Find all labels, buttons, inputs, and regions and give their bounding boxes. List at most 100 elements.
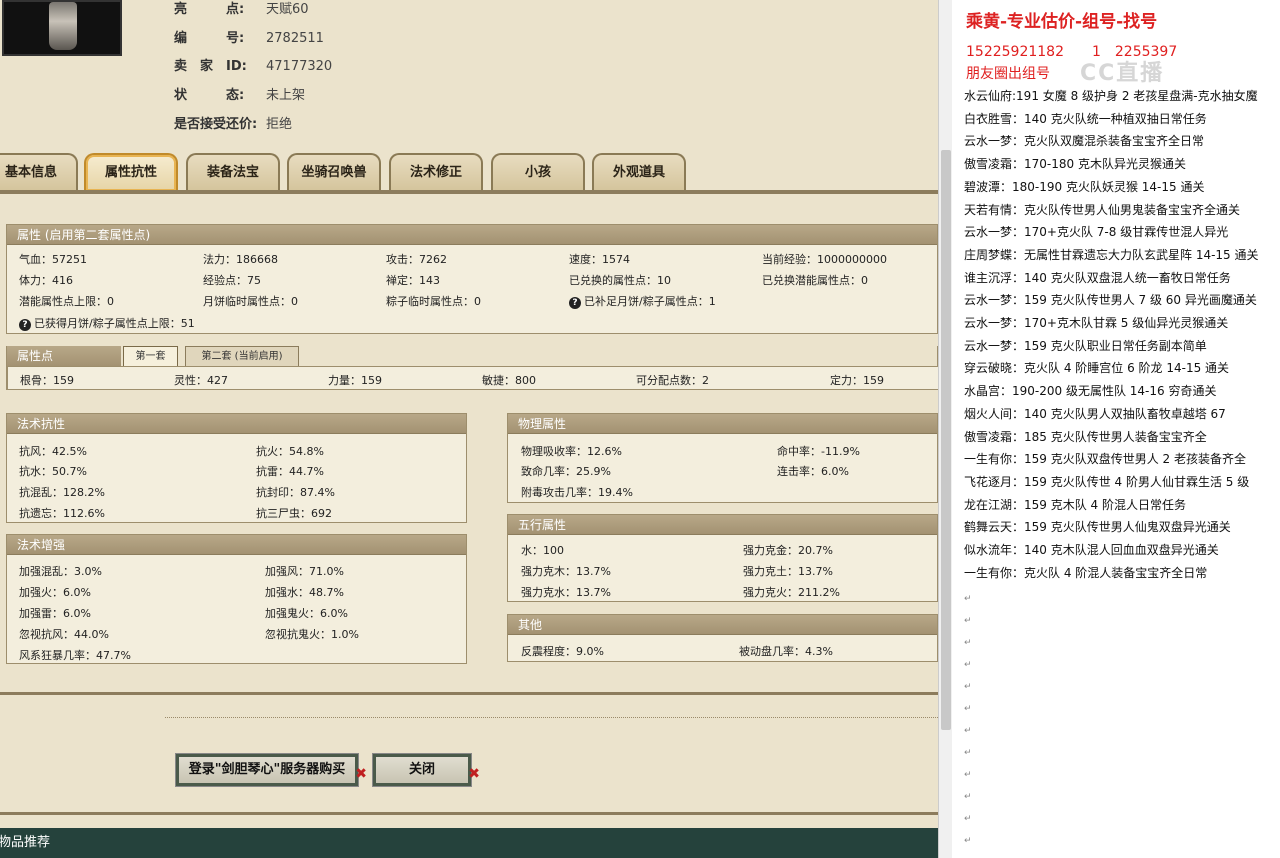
tab-bar-divider <box>0 190 938 194</box>
info-label: 状 态: <box>174 88 245 103</box>
info-value: 拒绝 <box>266 117 293 132</box>
doc-line: 似水流年：140 克木队混人回血血双盘异光通关 <box>964 543 1219 557</box>
five-elements-panel: 五行属性 水：100 强力克木：13.7% 强力克水：13.7% 强力克金：20… <box>507 514 938 602</box>
doc-line: 云水一梦：克火队双魔混杀装备宝宝齐全日常 <box>964 134 1205 149</box>
attr-cell: 经验点：75 <box>203 274 261 287</box>
attr-cell: 已兑换潜能属性点：0 <box>762 274 868 287</box>
info-value: 天赋60 <box>266 2 309 17</box>
help-icon[interactable]: ? <box>19 319 31 331</box>
tab-spell-mods[interactable]: 法术修正 <box>389 153 483 191</box>
attr-cell: 攻击：7262 <box>386 253 447 266</box>
attr-cell: 潜能属性点上限：0 <box>19 295 114 308</box>
attr-note: ? 已获得月饼/粽子属性点上限：51 <box>19 315 195 331</box>
paragraph-mark: ↵ <box>964 594 972 604</box>
doc-line: 云水一梦：159 克火队传世男人 7 级 60 异光画魔通关 <box>964 293 1257 308</box>
attr-cell: 当前经验：1000000000 <box>762 253 887 266</box>
doc-line: 庄周梦蝶：无属性甘霖遗忘大力队玄武星阵 14-15 通关 <box>964 247 1259 262</box>
subtab-set-one[interactable]: 第一套 <box>123 346 178 366</box>
tab-basic-info[interactable]: 基本信息 <box>0 153 78 191</box>
doc-heading: 乘黄-专业估价-组号-找号 <box>966 12 1158 32</box>
element-cell: 强力克水：13.7% <box>521 586 611 599</box>
boost-cell: 加强水：48.7% <box>265 586 344 599</box>
footer-divider <box>0 812 938 815</box>
subtab-set-two[interactable]: 第二套 (当前启用) <box>185 346 299 366</box>
button-label: 关闭 <box>408 762 435 777</box>
close-mark-icon: ✖ <box>468 766 480 782</box>
boost-cell: 忽视抗风：44.0% <box>19 628 109 641</box>
panel-title: 法术增强 <box>7 535 466 555</box>
info-value: 2782511 <box>266 31 324 46</box>
info-row-id: 编 号: 2782511 <box>174 29 324 49</box>
doc-line: 碧波潭：180-190 克火队妖灵猴 14-15 通关 <box>964 179 1205 194</box>
panel-title: 其他 <box>508 615 937 635</box>
doc-line: 飞花逐月：159 克火队传世 4 阶男人仙甘霖生活 5 级 <box>964 474 1250 489</box>
doc-line: 谁主沉浮：140 克火队双盘混人统一畜牧日常任务 <box>964 270 1231 285</box>
resist-cell: 抗混乱：128.2% <box>19 486 105 499</box>
resist-cell: 抗遗忘：112.6% <box>19 507 105 520</box>
info-value: 47177320 <box>266 59 333 74</box>
vertical-scrollbar[interactable] <box>938 0 952 858</box>
info-row-seller: 卖 家 ID: 47177320 <box>174 57 332 77</box>
doc-line: 一生有你：克火队 4 阶混人装备宝宝齐全日常 <box>964 565 1208 580</box>
paragraph-mark: ↵ <box>964 704 972 714</box>
boost-cell: 加强混乱：3.0% <box>19 565 102 578</box>
recommendation-label: 物品推荐 <box>0 835 51 850</box>
scrollbar-thumb[interactable] <box>941 150 951 730</box>
attr-cell: 法力：186668 <box>203 253 278 266</box>
attributes-panel: 属性 (启用第二套属性点) 气血：57251 法力：186668 攻击：7262… <box>6 224 938 334</box>
paragraph-mark: ↵ <box>964 616 972 626</box>
element-cell: 强力克金：20.7% <box>743 544 833 557</box>
paragraph-mark: ↵ <box>964 682 972 692</box>
close-mark-icon: ✖ <box>355 766 367 782</box>
point-cell: 灵性：427 <box>174 374 228 387</box>
resist-cell: 抗火：54.8% <box>256 445 324 458</box>
attr-cell-help: ? 已补足月饼/粽子属性点：1 <box>569 293 716 309</box>
doc-line: 水晶宫：190-200 级无属性队 14-16 穷奇通关 <box>964 384 1217 399</box>
doc-line: 鹤舞云天：159 克火队传世男人仙鬼双盘异光通关 <box>964 520 1231 535</box>
info-value: 未上架 <box>266 88 306 103</box>
doc-line: 烟火人间：140 克火队男人双抽队畜牧卓越塔 67 <box>964 406 1226 421</box>
paragraph-mark: ↵ <box>964 770 972 780</box>
doc-line: 傲雪凌霜：185 克火队传世男人装备宝宝齐全 <box>964 429 1207 444</box>
attr-cell: 月饼临时属性点：0 <box>203 295 298 308</box>
boost-cell: 加强风：71.0% <box>265 565 344 578</box>
tab-children[interactable]: 小孩 <box>491 153 585 191</box>
doc-line: 傲雪凌霜：170-180 克木队异光灵猴通关 <box>964 157 1186 172</box>
point-cell: 定力：159 <box>830 374 884 387</box>
stream-watermark: CC直播 <box>1080 61 1165 86</box>
points-row: 根骨：159 灵性：427 力量：159 敏捷：800 可分配点数：2 定力：1… <box>7 366 938 390</box>
close-button[interactable]: 关闭 ✖ <box>372 753 480 787</box>
attr-cell: 禅定：143 <box>386 274 440 287</box>
tab-appearance[interactable]: 外观道具 <box>592 153 686 191</box>
info-label: 编 号: <box>174 31 245 46</box>
points-title: 属性点 <box>7 346 121 366</box>
point-cell: 根骨：159 <box>20 374 74 387</box>
dotted-divider <box>165 717 938 718</box>
info-label: 是否接受还价: <box>174 117 258 132</box>
info-label: 卖 家 ID: <box>174 59 247 74</box>
resist-cell: 抗封印：87.4% <box>256 486 335 499</box>
doc-line: 穿云破晓：克火队 4 阶睡宫位 6 阶龙 14-15 通关 <box>964 361 1230 376</box>
boost-cell: 忽视抗鬼火：1.0% <box>265 628 359 641</box>
attr-note-text: 已获得月饼/粽子属性点上限：51 <box>34 317 195 330</box>
game-window: 亮 点: 天赋60 编 号: 2782511 卖 家 ID: 47177320 状 态… <box>0 0 938 858</box>
paragraph-mark: ↵ <box>964 726 972 736</box>
element-cell: 强力克火：211.2% <box>743 586 840 599</box>
help-icon[interactable]: ? <box>569 297 581 309</box>
paragraph-mark: ↵ <box>964 748 972 758</box>
doc-line: 水云仙府:191 女魔 8 级护身 2 老孩星盘满-克水抽女魔 <box>964 89 1258 103</box>
login-server-buy-button[interactable]: 登录"剑胆琴心"服务器购买 ✖ <box>175 753 367 787</box>
doc-subheading: 朋友圈出组号 <box>966 66 1050 82</box>
tab-equipment[interactable]: 装备法宝 <box>186 153 280 191</box>
attr-cell: 体力：416 <box>19 274 73 287</box>
recommendation-bar[interactable]: 物品推荐 <box>0 828 938 858</box>
point-cell: 可分配点数：2 <box>636 374 709 387</box>
paragraph-mark: ↵ <box>964 660 972 670</box>
tab-attributes[interactable]: 属性抗性 <box>84 153 178 191</box>
info-row-highlight: 亮 点: 天赋60 <box>174 0 309 20</box>
physical-cell: 致命几率：25.9% <box>521 465 611 478</box>
tab-mounts-pets[interactable]: 坐骑召唤兽 <box>287 153 381 191</box>
info-row-bargain: 是否接受还价: 拒绝 <box>174 115 292 135</box>
attr-cell: 已兑换的属性点：10 <box>569 274 671 287</box>
element-cell: 强力克木：13.7% <box>521 565 611 578</box>
